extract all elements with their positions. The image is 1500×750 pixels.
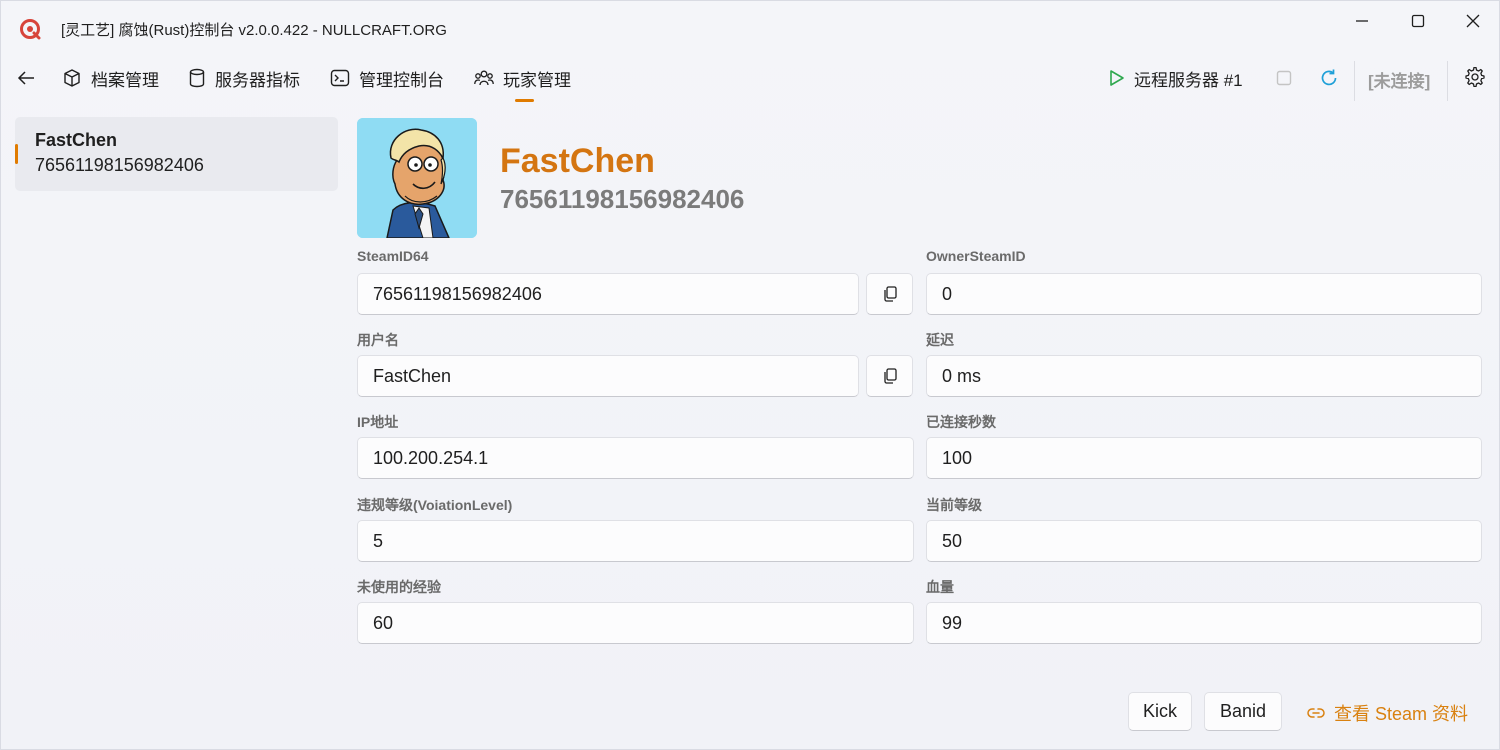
stop-button[interactable]: [1273, 67, 1295, 89]
health-field[interactable]: 99: [926, 602, 1482, 644]
ip-field[interactable]: 100.200.254.1: [357, 437, 914, 479]
current-level-field[interactable]: 50: [926, 520, 1482, 562]
owner-steamid-label: OwnerSteamID: [926, 248, 1026, 264]
nav-console-label: 管理控制台: [359, 70, 444, 90]
minimize-icon: [1356, 20, 1368, 22]
toolbar-divider: [1354, 61, 1355, 101]
selection-indicator: [15, 144, 18, 164]
unspent-xp-label: 未使用的经验: [357, 579, 441, 595]
steamid64-label: SteamID64: [357, 248, 429, 264]
unspent-xp-field[interactable]: 60: [357, 602, 914, 644]
nav-admin-console[interactable]: 管理控制台: [330, 63, 444, 93]
toolbar-divider: [1447, 61, 1448, 101]
back-arrow-icon: [17, 71, 34, 85]
toolbar: 档案管理 服务器指标 管理控制台 玩家管理 远程服务器 #1: [1, 53, 1499, 105]
minimize-button[interactable]: [1334, 1, 1390, 41]
copy-username-button[interactable]: [866, 355, 913, 397]
profile-name: FastChen: [500, 142, 655, 180]
health-label: 血量: [926, 579, 954, 595]
ban-button[interactable]: Banid: [1204, 692, 1282, 731]
close-button[interactable]: [1445, 1, 1500, 41]
remote-server-label: 远程服务器 #1: [1134, 70, 1243, 90]
people-icon: [474, 70, 494, 86]
app-logo-icon: [20, 19, 41, 40]
view-steam-profile-label: 查看 Steam 资料: [1334, 704, 1469, 724]
current-level-label: 当前等级: [926, 497, 982, 513]
nav-archive-label: 档案管理: [91, 70, 159, 90]
app-window: [灵工艺] 腐蚀(Rust)控制台 v2.0.0.422 - NULLCRAFT…: [0, 0, 1500, 750]
nav-archive[interactable]: 档案管理: [62, 63, 159, 93]
copy-steamid-button[interactable]: [866, 273, 913, 315]
connected-seconds-field[interactable]: 100: [926, 437, 1482, 479]
profile-steamid: 76561198156982406: [500, 184, 745, 214]
stop-icon: [1276, 70, 1292, 86]
window-title: [灵工艺] 腐蚀(Rust)控制台 v2.0.0.422 - NULLCRAFT…: [61, 22, 447, 39]
violation-level-label: 违规等级(VoiationLevel): [357, 497, 513, 513]
connection-status: [未连接]: [1368, 72, 1431, 91]
steamid64-field[interactable]: 76561198156982406: [357, 273, 859, 315]
nav-metrics-label: 服务器指标: [215, 70, 300, 90]
maximize-button[interactable]: [1390, 1, 1446, 41]
ip-label: IP地址: [357, 414, 399, 430]
back-button[interactable]: [11, 63, 41, 93]
latency-label: 延迟: [926, 332, 954, 348]
console-icon: [330, 69, 350, 87]
username-label: 用户名: [357, 332, 399, 348]
owner-steamid-field[interactable]: 0: [926, 273, 1482, 315]
player-list-item[interactable]: FastChen 76561198156982406: [15, 117, 338, 191]
copy-icon: [883, 286, 897, 302]
refresh-button[interactable]: [1317, 66, 1341, 90]
play-icon: [1110, 70, 1124, 86]
remote-server-button[interactable]: 远程服务器 #1: [1109, 63, 1243, 93]
violation-level-field[interactable]: 5: [357, 520, 914, 562]
connected-seconds-label: 已连接秒数: [926, 414, 996, 430]
copy-icon: [883, 368, 897, 384]
refresh-icon: [1321, 69, 1337, 86]
link-icon: [1307, 708, 1325, 718]
database-icon: [189, 68, 205, 88]
cube-icon: [64, 69, 80, 87]
avatar-image: [357, 118, 477, 238]
nav-server-metrics[interactable]: 服务器指标: [188, 63, 300, 93]
nav-player-management[interactable]: 玩家管理: [474, 63, 571, 93]
nav-players-label: 玩家管理: [503, 70, 571, 90]
kick-button[interactable]: Kick: [1128, 692, 1192, 731]
maximize-icon: [1411, 14, 1425, 28]
close-icon: [1466, 14, 1480, 28]
player-list-name: FastChen: [35, 130, 118, 150]
player-list-steamid: 76561198156982406: [35, 155, 204, 175]
settings-button[interactable]: [1462, 64, 1488, 90]
title-bar: [灵工艺] 腐蚀(Rust)控制台 v2.0.0.422 - NULLCRAFT…: [1, 1, 1499, 53]
view-steam-profile-link[interactable]: 查看 Steam 资料: [1307, 700, 1468, 726]
gear-icon: [1465, 67, 1485, 87]
username-field[interactable]: FastChen: [357, 355, 859, 397]
latency-field[interactable]: 0 ms: [926, 355, 1482, 397]
active-tab-indicator: [515, 99, 534, 102]
player-avatar: [357, 118, 477, 238]
